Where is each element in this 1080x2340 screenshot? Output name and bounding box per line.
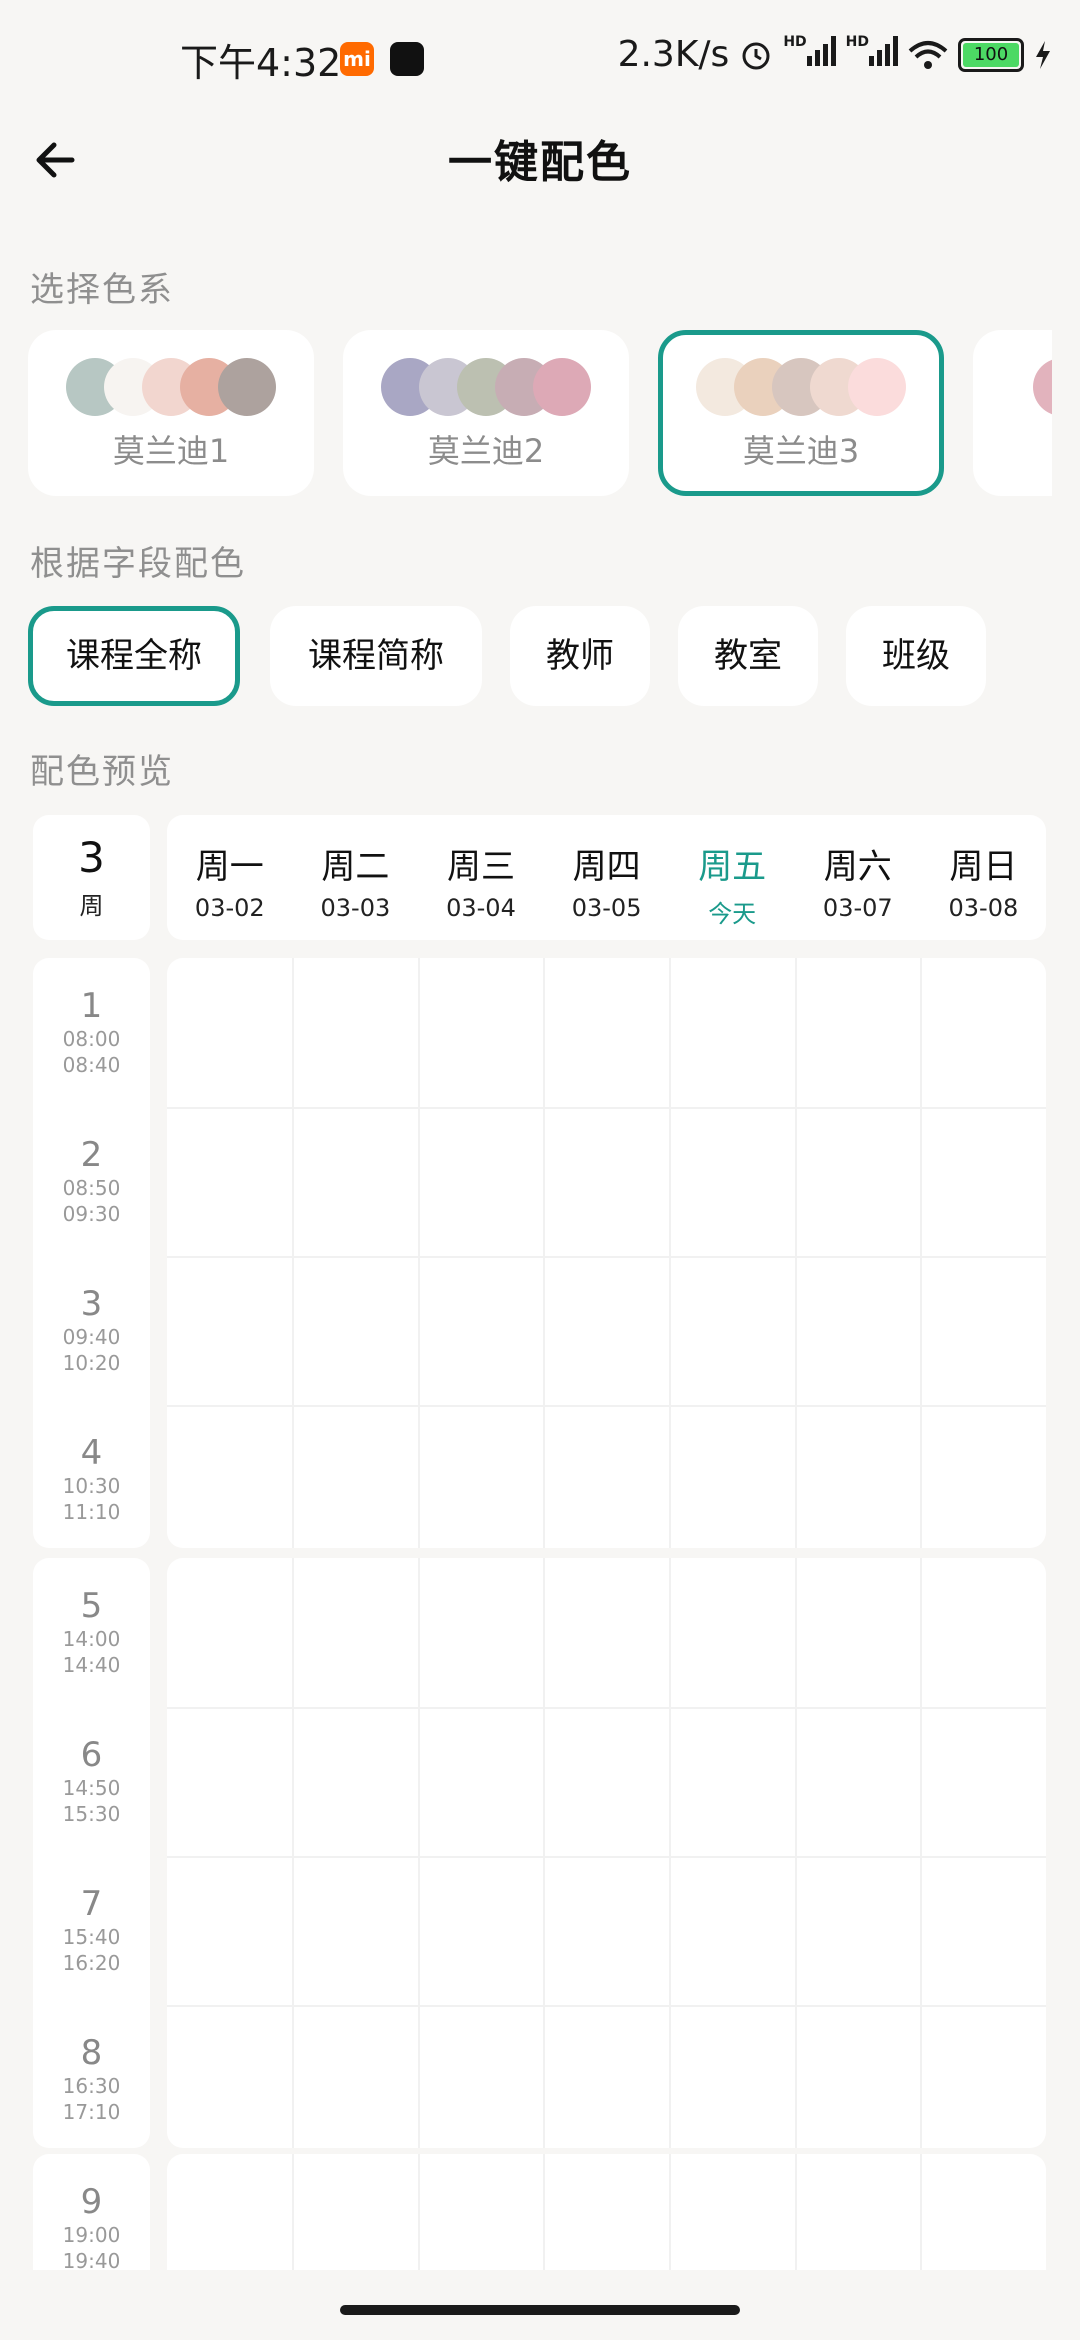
grid-line bbox=[669, 1558, 671, 2148]
grid-line bbox=[418, 958, 420, 1548]
field-chip-classroom[interactable]: 教室 bbox=[678, 606, 818, 706]
grid-line bbox=[920, 958, 922, 1548]
time-column: 1 08:00 08:40 2 08:50 09:30 3 09:40 10:20 4 10:… bbox=[33, 958, 150, 1548]
morning-block: 1 08:00 08:40 2 08:50 09:30 3 09:40 10:20 4 10:… bbox=[33, 958, 1046, 1548]
scheme-card-2[interactable]: 莫兰迪2 bbox=[343, 330, 629, 496]
scheme-card-3[interactable]: 莫兰迪3 bbox=[658, 330, 944, 496]
section-by-field: 根据字段配色 bbox=[30, 544, 246, 584]
day-fri-today: 周五 今天 bbox=[698, 847, 767, 928]
swatch bbox=[218, 358, 276, 416]
scheme-label: 莫兰迪1 bbox=[112, 432, 230, 470]
period-row: 5 14:00 14:40 bbox=[62, 1586, 121, 1677]
grid-line bbox=[543, 958, 545, 1548]
alarm-icon bbox=[742, 42, 770, 69]
home-indicator[interactable] bbox=[340, 2305, 740, 2315]
day-sat: 周六 03-07 bbox=[822, 847, 893, 922]
network-speed: 2.3K/s bbox=[617, 34, 730, 75]
grid-line bbox=[920, 1558, 922, 2148]
week-number: 3 bbox=[78, 833, 105, 882]
period-row: 4 10:30 11:10 bbox=[62, 1433, 121, 1524]
grid-line bbox=[669, 2154, 671, 2270]
field-chip-short-name[interactable]: 课程简称 bbox=[270, 606, 482, 706]
grid-line bbox=[292, 1558, 294, 2148]
day-wed: 周三 03-04 bbox=[446, 847, 516, 922]
grid-line bbox=[418, 2154, 420, 2270]
section-color-scheme: 选择色系 bbox=[30, 270, 174, 310]
grid-line bbox=[669, 958, 671, 1548]
period-row: 1 08:00 08:40 bbox=[62, 986, 121, 1077]
grid-line bbox=[167, 1107, 1046, 1109]
field-chip-class[interactable]: 班级 bbox=[846, 606, 986, 706]
app-notification-icon bbox=[390, 42, 424, 76]
day-tue: 周二 03-03 bbox=[320, 847, 391, 922]
grid-line bbox=[920, 2154, 922, 2270]
charging-icon bbox=[1036, 40, 1050, 69]
day-header: 周一 03-02 周二 03-03 周三 03-04 周四 03-05 周五 今天 周六 0… bbox=[167, 815, 1046, 940]
grid-line bbox=[292, 2154, 294, 2270]
signal-icon-2: HD bbox=[846, 34, 898, 75]
signal-icon-1: HD bbox=[783, 34, 836, 75]
swatch bbox=[848, 358, 906, 416]
time-column: 9 19:00 19:40 bbox=[33, 2154, 150, 2270]
afternoon-block: 5 14:00 14:40 6 14:50 15:30 7 15:40 16:20 8 16:… bbox=[33, 1558, 1046, 2148]
grid-line bbox=[795, 958, 797, 1548]
day-sun: 周日 03-08 bbox=[948, 847, 1019, 922]
grid-line bbox=[543, 1558, 545, 2148]
period-row: 9 19:00 19:40 bbox=[62, 2182, 121, 2270]
scheme-card-1[interactable]: 莫兰迪1 bbox=[28, 330, 314, 496]
scheme-label: 莫兰迪3 bbox=[742, 432, 860, 470]
grid-line bbox=[167, 1707, 1046, 1709]
grid-line bbox=[795, 2154, 797, 2270]
grid-line bbox=[167, 2005, 1046, 2007]
status-bar: 下午4:32 mi 2.3K/s HD HD 100 bbox=[0, 0, 1080, 120]
scheme-card-4-partial[interactable] bbox=[973, 330, 1052, 496]
color-swatches bbox=[28, 358, 314, 416]
battery-icon: 100 bbox=[958, 37, 1024, 72]
grid-line bbox=[167, 1256, 1046, 1258]
swatch bbox=[1033, 358, 1052, 416]
grid-line bbox=[167, 1405, 1046, 1407]
wifi-icon bbox=[908, 40, 948, 69]
course-grid[interactable] bbox=[167, 1558, 1046, 2148]
scheme-label: 莫兰迪2 bbox=[427, 432, 545, 470]
period-row: 7 15:40 16:20 bbox=[62, 1884, 121, 1975]
field-chip-full-name[interactable]: 课程全称 bbox=[28, 606, 240, 706]
color-swatches bbox=[343, 358, 629, 416]
week-unit: 周 bbox=[79, 892, 104, 920]
mi-icon: mi bbox=[340, 42, 374, 76]
grid-line bbox=[543, 2154, 545, 2270]
grid-line bbox=[418, 1558, 420, 2148]
period-row: 8 16:30 17:10 bbox=[62, 2033, 121, 2124]
grid-line bbox=[167, 1856, 1046, 1858]
page-title: 一键配色 bbox=[448, 137, 632, 188]
grid-line bbox=[292, 958, 294, 1548]
course-grid[interactable] bbox=[167, 958, 1046, 1548]
day-thu: 周四 03-05 bbox=[571, 847, 642, 922]
day-mon: 周一 03-02 bbox=[194, 847, 265, 922]
color-swatches bbox=[663, 358, 939, 416]
swatch bbox=[533, 358, 591, 416]
field-chip-teacher[interactable]: 教师 bbox=[510, 606, 650, 706]
evening-block: 9 19:00 19:40 bbox=[33, 2154, 1046, 2270]
status-time: 下午4:32 bbox=[180, 41, 342, 85]
period-row: 2 08:50 09:30 bbox=[62, 1135, 121, 1226]
course-grid[interactable] bbox=[167, 2154, 1046, 2270]
time-column: 5 14:00 14:40 6 14:50 15:30 7 15:40 16:20 8 16:… bbox=[33, 1558, 150, 2148]
section-preview: 配色预览 bbox=[30, 752, 174, 792]
period-row: 3 09:40 10:20 bbox=[62, 1284, 121, 1375]
week-indicator: 3 周 bbox=[33, 815, 150, 940]
grid-line bbox=[795, 1558, 797, 2148]
period-row: 6 14:50 15:30 bbox=[62, 1735, 121, 1826]
